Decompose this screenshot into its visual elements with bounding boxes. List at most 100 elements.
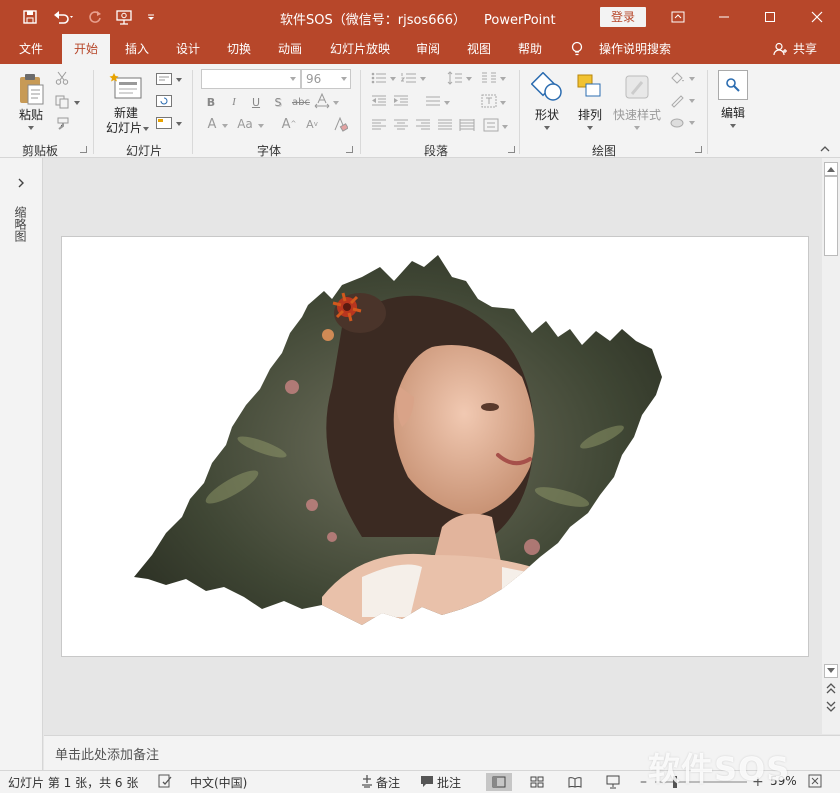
shapes-label[interactable]: 形状 [528,106,566,123]
justify-icon[interactable] [436,118,454,132]
copy-icon[interactable] [54,94,70,110]
increase-font-icon[interactable]: A ^ [281,116,297,132]
comments-icon[interactable] [420,774,434,788]
convert-list-dropdown-icon[interactable] [444,101,450,105]
new-slide-icon[interactable] [108,70,144,104]
share-button[interactable]: 共享 [790,34,820,64]
columns-dropdown-icon[interactable] [500,77,506,81]
align-text-icon[interactable] [482,118,500,132]
tab-design[interactable]: 设计 [165,34,211,64]
tab-transitions[interactable]: 切换 [216,34,262,64]
text-direction-dropdown-icon[interactable] [500,101,506,105]
new-slide-dropdown-icon[interactable] [143,127,149,131]
comments-button[interactable]: 批注 [437,774,461,791]
layout-dropdown-icon[interactable] [176,78,182,82]
tab-slideshow[interactable]: 幻灯片放映 [320,34,400,64]
tell-me-search[interactable]: 操作说明搜索 [592,34,678,64]
shape-effects-icon[interactable] [668,114,686,130]
login-button[interactable]: 登录 [600,7,646,27]
maximize-icon[interactable] [747,0,793,34]
distributed-icon[interactable] [458,118,476,132]
numbering-dropdown-icon[interactable] [420,77,426,81]
decrease-font-icon[interactable]: Av [304,116,320,132]
layout-icon[interactable] [155,72,173,86]
numbering-icon[interactable] [400,71,418,85]
find-icon[interactable] [718,70,748,100]
convert-list-icon[interactable] [424,94,442,108]
shape-outline-icon[interactable] [668,92,686,108]
bullets-dropdown-icon[interactable] [390,77,396,81]
copy-dropdown-icon[interactable] [74,101,80,105]
line-spacing-dropdown-icon[interactable] [466,77,472,81]
arrange-icon[interactable] [574,70,606,104]
paste-label[interactable]: 粘贴 [14,106,48,123]
slideshow-view-icon[interactable] [600,773,626,791]
shape-effects-dropdown-icon[interactable] [689,121,695,125]
columns-icon[interactable] [480,71,498,85]
ribbon-display-options-icon[interactable] [655,0,701,34]
shapes-icon[interactable] [530,70,564,104]
align-left-icon[interactable] [370,118,388,132]
editing-label[interactable]: 编辑 [716,104,750,121]
slide-sorter-icon[interactable] [524,773,550,791]
increase-indent-icon[interactable] [392,94,410,108]
scroll-down-icon[interactable] [824,664,838,678]
font-name-dropdown-icon[interactable] [290,77,296,81]
align-center-icon[interactable] [392,118,410,132]
notes-toggle-icon[interactable] [360,774,374,788]
spell-check-icon[interactable] [158,774,172,788]
tab-insert[interactable]: 插入 [114,34,160,64]
redo-icon[interactable] [84,7,106,27]
notes-button[interactable]: 备注 [376,774,400,791]
character-spacing-dropdown-icon[interactable] [333,101,339,105]
cut-icon[interactable] [54,70,70,86]
change-case-icon[interactable]: Aa [235,116,255,132]
text-shadow-icon[interactable]: S [271,94,285,110]
line-spacing-icon[interactable] [446,71,464,85]
customize-toolbar-icon[interactable] [140,7,162,27]
previous-slide-icon[interactable] [824,682,838,696]
format-painter-icon[interactable] [54,116,70,132]
font-size-dropdown-icon[interactable] [341,77,347,81]
arrange-dropdown-icon[interactable] [587,126,593,130]
reset-icon[interactable] [155,94,173,108]
strikethrough-icon[interactable]: abc [291,94,311,110]
scroll-up-icon[interactable] [824,162,838,176]
change-case-dropdown-icon[interactable] [258,124,264,128]
paste-icon[interactable] [14,70,48,108]
shape-outline-dropdown-icon[interactable] [689,99,695,103]
save-icon[interactable] [19,7,41,27]
fit-to-window-icon[interactable] [808,774,822,788]
quick-styles-label[interactable]: 快速样式 [610,106,664,123]
reading-view-icon[interactable] [562,773,588,791]
font-name-combo[interactable] [201,69,301,89]
shape-fill-icon[interactable] [668,70,686,86]
new-slide-label-2[interactable]: 幻灯片 [102,119,146,136]
normal-view-icon[interactable] [486,773,512,791]
text-direction-icon[interactable] [480,94,498,108]
font-color-dropdown-icon[interactable] [222,124,228,128]
paste-dropdown-icon[interactable] [28,126,34,130]
expand-thumbnails-icon[interactable] [14,176,28,190]
bold-icon[interactable]: B [204,94,218,110]
italic-icon[interactable]: I [227,94,241,110]
tab-home[interactable]: 开始 [62,34,110,64]
shape-fill-dropdown-icon[interactable] [689,77,695,81]
scroll-thumb[interactable] [824,176,838,256]
collapse-ribbon-icon[interactable] [818,144,832,154]
bullets-icon[interactable] [370,71,388,85]
drawing-launcher-icon[interactable] [695,146,702,153]
tab-view[interactable]: 视图 [456,34,502,64]
slide-1[interactable] [61,236,809,657]
vertical-scrollbar[interactable] [822,158,840,734]
align-text-dropdown-icon[interactable] [502,125,508,129]
zoom-out-icon[interactable]: – [640,774,647,790]
undo-icon[interactable] [50,7,78,27]
underline-icon[interactable]: U [249,94,263,110]
character-spacing-icon[interactable] [314,92,330,110]
clear-formatting-icon[interactable] [331,116,349,132]
quick-styles-dropdown-icon[interactable] [634,126,640,130]
quick-styles-icon[interactable] [620,70,654,104]
section-icon[interactable] [155,116,173,130]
language-indicator[interactable]: 中文(中国) [190,774,247,791]
